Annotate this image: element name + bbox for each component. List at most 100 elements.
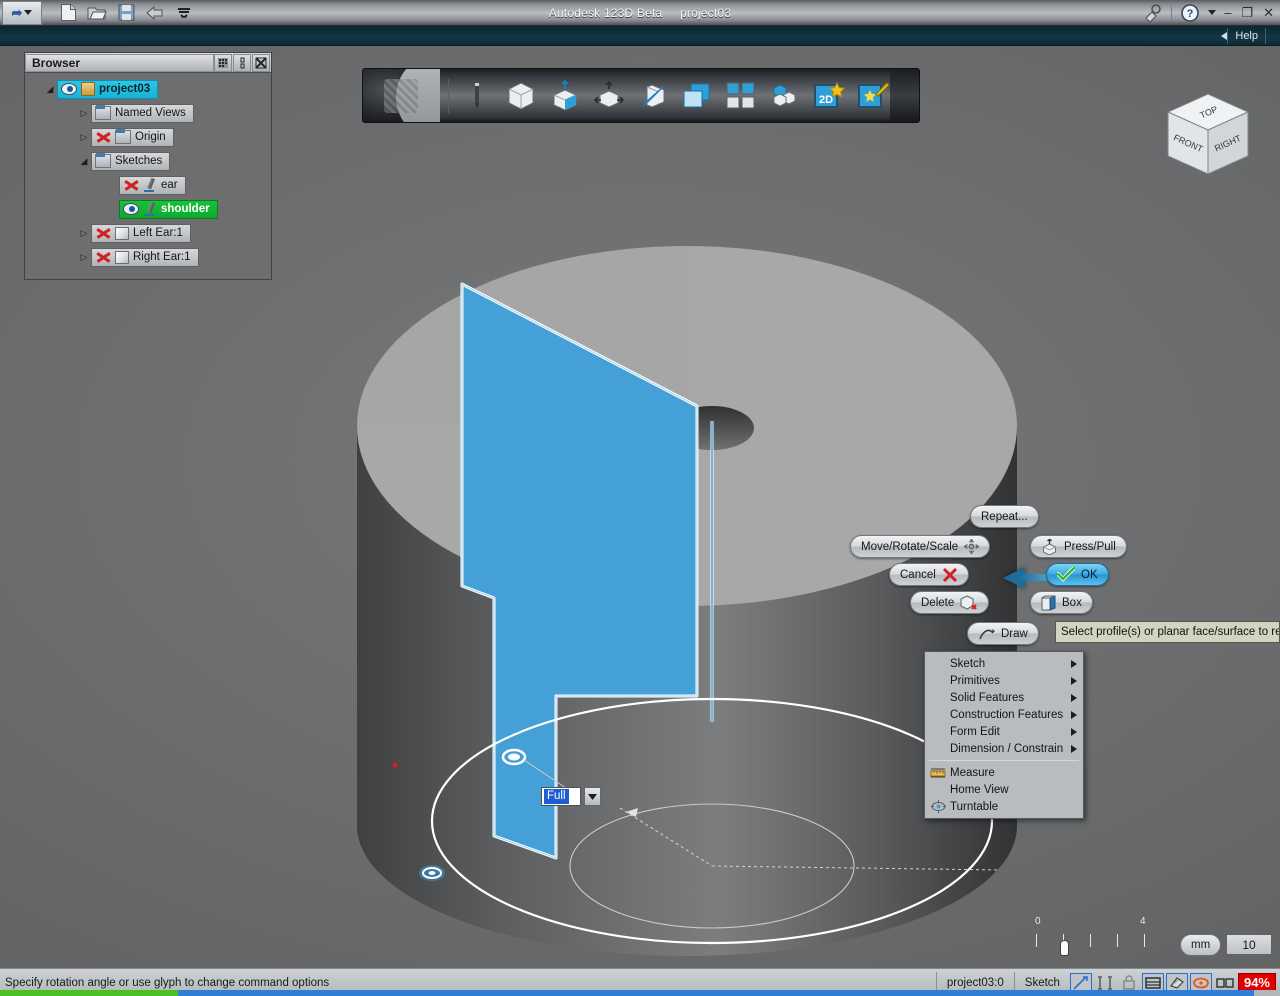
tree-node-shoulder[interactable]: shoulder: [29, 199, 267, 219]
view-cube[interactable]: TOP FRONT RIGHT: [1158, 86, 1258, 186]
app-menu-button[interactable]: ➦: [2, 0, 42, 25]
disclosure-collapsed-icon[interactable]: [77, 108, 91, 119]
cancel-command-button[interactable]: Cancel: [889, 563, 969, 586]
disclosure-collapsed-icon[interactable]: [77, 252, 91, 263]
close-button[interactable]: ✕: [1263, 5, 1274, 21]
undo-icon[interactable]: [145, 3, 165, 23]
sketch-tool-button[interactable]: [460, 79, 494, 113]
progress-indicator-blue[interactable]: [178, 990, 1254, 996]
context-menu-item-sketch[interactable]: Sketch: [925, 655, 1083, 672]
tree-node-chip[interactable]: ear: [119, 175, 186, 195]
context-menu-item-label: Form Edit: [950, 725, 1000, 738]
tree-node-sketches[interactable]: Sketches: [29, 151, 267, 171]
disclosure-expanded-icon[interactable]: [43, 84, 57, 95]
satellite-icon[interactable]: [1143, 3, 1163, 23]
command-toolbar[interactable]: 2D: [362, 68, 920, 123]
browser-panel[interactable]: Browser project03: [24, 52, 272, 280]
move-rotate-scale-command-button[interactable]: Move/Rotate/Scale: [850, 535, 991, 558]
hidden-x-icon[interactable]: [95, 130, 111, 144]
browser-filter-button[interactable]: [214, 53, 232, 72]
context-menu-item-dimension-constrain[interactable]: Dimension / Constrain: [925, 740, 1083, 757]
press-pull-tool-button[interactable]: [548, 79, 582, 113]
tree-node-named-views[interactable]: Named Views: [29, 103, 267, 123]
maximize-button[interactable]: ❐: [1241, 5, 1253, 21]
help-dropdown-icon[interactable]: [1208, 10, 1217, 15]
help-icon[interactable]: ?: [1180, 3, 1200, 23]
smart-tool-button[interactable]: [856, 79, 890, 113]
eye-icon[interactable]: [123, 203, 139, 215]
press-icon: [1043, 538, 1056, 555]
unit-selector-button[interactable]: mm: [1180, 934, 1222, 956]
assembly-tool-button[interactable]: [768, 79, 802, 113]
context-menu-item-home-view[interactable]: Home View: [925, 781, 1083, 798]
save-document-icon[interactable]: [116, 3, 136, 23]
hidden-x-icon[interactable]: [95, 250, 111, 264]
ruler-max-field[interactable]: 10: [1226, 934, 1272, 955]
disclosure-collapsed-icon[interactable]: [77, 228, 91, 239]
chevron-down-icon[interactable]: [584, 787, 601, 806]
context-menu[interactable]: Sketch Primitives Solid Features Constru…: [924, 651, 1084, 819]
ruler-tick-label: 0: [1035, 916, 1041, 927]
context-menu-item-measure[interactable]: Measure: [925, 764, 1083, 781]
open-document-icon[interactable]: [87, 3, 107, 23]
tree-node-left-ear[interactable]: Left Ear:1: [29, 223, 267, 243]
tree-node-chip[interactable]: Sketches: [91, 151, 171, 171]
context-menu-item-construction-features[interactable]: Construction Features: [925, 706, 1083, 723]
eye-icon[interactable]: [61, 83, 77, 95]
tree-node-chip[interactable]: Left Ear:1: [91, 223, 191, 243]
context-menu-item-solid-features[interactable]: Solid Features: [925, 689, 1083, 706]
tree-node-chip[interactable]: shoulder: [119, 199, 218, 219]
hidden-x-icon[interactable]: [95, 226, 111, 240]
draw-command-button[interactable]: Draw: [967, 622, 1039, 645]
ok-command-button[interactable]: OK: [1046, 563, 1109, 586]
revolve-angle-value: Full: [544, 789, 569, 804]
context-menu-item-label: Construction Features: [950, 708, 1064, 721]
modify-tool-button[interactable]: [636, 79, 670, 113]
construct-tool-button[interactable]: [592, 79, 626, 113]
sketch-point-marker: [392, 762, 398, 768]
primitives-tool-button[interactable]: [504, 79, 538, 113]
disclosure-collapsed-icon[interactable]: [77, 132, 91, 143]
scale-ruler-widget[interactable]: 0 4 mm: [1030, 916, 1222, 966]
browser-tree[interactable]: project03 Named Views Origin: [25, 73, 271, 279]
tree-node-project03[interactable]: project03: [29, 79, 267, 99]
hidden-x-icon[interactable]: [123, 178, 139, 192]
svg-text:?: ?: [1187, 8, 1194, 20]
ruler-slider-handle[interactable]: [1060, 940, 1069, 956]
3d-viewport[interactable]: Browser project03: [0, 46, 1280, 968]
browser-layout-button[interactable]: [233, 53, 251, 72]
123d-cube-logo-button[interactable]: [363, 69, 440, 122]
tree-node-ear[interactable]: ear: [29, 175, 267, 195]
tree-node-chip[interactable]: Right Ear:1: [91, 247, 199, 267]
two-d-drawing-tool-button[interactable]: 2D: [812, 79, 846, 113]
combine-tool-button[interactable]: [680, 79, 714, 113]
pattern-tool-button[interactable]: [724, 79, 758, 113]
context-menu-item-primitives[interactable]: Primitives: [925, 672, 1083, 689]
context-menu-item-form-edit[interactable]: Form Edit: [925, 723, 1083, 740]
tree-node-origin[interactable]: Origin: [29, 127, 267, 147]
disclosure-expanded-icon[interactable]: [77, 156, 91, 167]
press-pull-command-button[interactable]: Press/Pull: [1030, 535, 1127, 558]
new-document-icon[interactable]: [58, 3, 78, 23]
tree-node-right-ear[interactable]: Right Ear:1: [29, 247, 267, 267]
context-menu-item-turntable[interactable]: Turntable: [925, 798, 1083, 815]
repeat-command-button[interactable]: Repeat...: [970, 505, 1039, 528]
minimize-button[interactable]: –: [1224, 5, 1231, 20]
tree-node-chip[interactable]: Named Views: [91, 103, 194, 123]
box-icon: [1041, 595, 1056, 611]
menu-item-help[interactable]: Help: [1227, 27, 1265, 44]
box-command-button[interactable]: Box: [1030, 591, 1093, 614]
qat-overflow-icon[interactable]: [174, 3, 194, 23]
ruler-ticks: [1030, 934, 1155, 948]
browser-close-button[interactable]: [252, 53, 270, 72]
delete-command-button[interactable]: Delete: [910, 591, 990, 614]
tree-node-chip[interactable]: project03: [57, 79, 159, 99]
browser-header: Browser: [25, 53, 271, 73]
revolve-angle-field[interactable]: Full: [541, 787, 581, 806]
tree-node-chip[interactable]: Origin: [91, 127, 174, 147]
window-document-title: project03: [680, 5, 732, 20]
status-message: Specify rotation angle or use glyph to c…: [5, 976, 330, 989]
revolve-angle-combo[interactable]: Full: [541, 787, 601, 806]
title-bar-right: ? – ❐ ✕: [1143, 3, 1280, 23]
tree-node-label: Named Views: [115, 107, 186, 119]
